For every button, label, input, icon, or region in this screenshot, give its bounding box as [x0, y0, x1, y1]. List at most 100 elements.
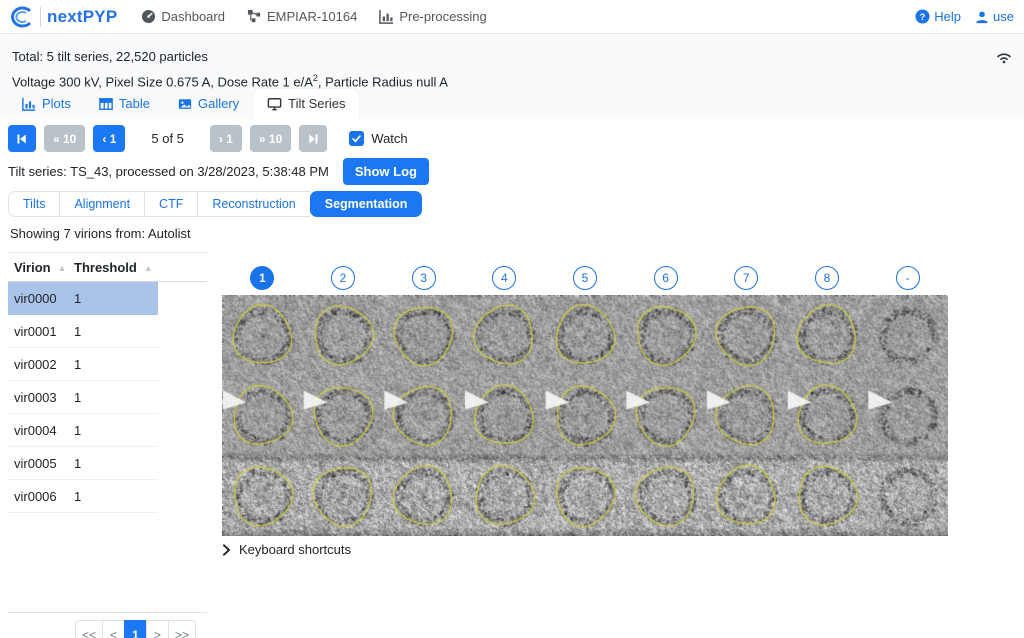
table-row[interactable]: vir0006 1: [8, 480, 158, 513]
virion-id: vir0003: [8, 390, 74, 405]
slice-button[interactable]: 7: [706, 266, 787, 290]
stage-tab-ctf[interactable]: CTF: [144, 191, 197, 217]
stage-tab-alignment[interactable]: Alignment: [59, 191, 144, 217]
slice-button[interactable]: 8: [787, 266, 868, 290]
page-first-button[interactable]: <<: [75, 620, 103, 638]
page-next-button[interactable]: >: [146, 620, 169, 638]
brand[interactable]: nextPYP: [10, 5, 117, 29]
table-footer-divider: [8, 612, 207, 613]
table-pagination: << < 1 > >>: [75, 620, 196, 638]
check-icon: [351, 133, 362, 144]
slice-label: 4: [492, 266, 516, 290]
virion-montage[interactable]: [222, 295, 948, 536]
project-icon: [247, 9, 262, 24]
virions-summary: Showing 7 virions from: Autolist: [10, 226, 191, 241]
table-row[interactable]: vir0004 1: [8, 414, 158, 447]
help-label: Help: [934, 9, 961, 24]
table-row[interactable]: vir0000 1: [8, 282, 158, 315]
virion-table-header: Virion ▲ Threshold ▲: [8, 252, 207, 282]
nav-item-preprocessing[interactable]: Pre-processing: [379, 9, 486, 24]
prev-1-button[interactable]: ‹ 1: [93, 125, 125, 152]
slice-label: 7: [734, 266, 758, 290]
virion-threshold: 1: [74, 324, 81, 339]
user-label: use: [993, 9, 1014, 24]
slice-selector: 1 2 3 4 5 6 7 8 -: [222, 266, 948, 290]
table-row[interactable]: vir0001 1: [8, 315, 158, 348]
main-panel: « 10 ‹ 1 5 of 5 › 1 » 10 Watch: [0, 119, 1024, 638]
segmentation-panel: 1 2 3 4 5 6 7 8 - Keyboard shortcuts: [222, 266, 948, 557]
nav-item-label: Pre-processing: [399, 9, 486, 24]
slice-label: 6: [654, 266, 678, 290]
pager-position: 5 of 5: [151, 131, 184, 146]
nav-item-label: Dashboard: [161, 9, 225, 24]
table-icon: [99, 97, 113, 111]
user-icon: [975, 10, 989, 24]
tab-table[interactable]: Table: [85, 89, 164, 119]
series-info-row: Tilt series: TS_43, processed on 3/28/20…: [8, 158, 429, 185]
last-button[interactable]: [299, 125, 327, 152]
stage-tab-reconstruction[interactable]: Reconstruction: [197, 191, 309, 217]
next-10-button[interactable]: » 10: [250, 125, 291, 152]
sort-caret-icon: ▲: [58, 263, 67, 273]
slice-button[interactable]: 5: [545, 266, 626, 290]
slice-label: 8: [815, 266, 839, 290]
stage-tabs: Tilts Alignment CTF Reconstruction Segme…: [8, 191, 422, 217]
slice-button[interactable]: 2: [303, 266, 384, 290]
slice-button[interactable]: 4: [464, 266, 545, 290]
virion-threshold: 1: [74, 423, 81, 438]
connection-status: [994, 48, 1014, 69]
series-info: Tilt series: TS_43, processed on 3/28/20…: [8, 164, 329, 179]
watch-checkbox[interactable]: [349, 131, 364, 146]
slice-label: 1: [250, 266, 274, 290]
table-row[interactable]: vir0002 1: [8, 348, 158, 381]
help-link[interactable]: ? Help: [915, 9, 961, 24]
params-suffix: , Particle Radius null A: [318, 74, 448, 89]
plots-icon: [22, 97, 36, 111]
slice-label: 5: [573, 266, 597, 290]
user-menu[interactable]: use: [975, 9, 1014, 24]
slice-button[interactable]: 3: [383, 266, 464, 290]
nav-item-dashboard[interactable]: Dashboard: [141, 9, 225, 24]
first-button[interactable]: [8, 125, 36, 152]
slice-button[interactable]: -: [867, 266, 948, 290]
skip-first-icon: [16, 133, 28, 145]
tab-gallery[interactable]: Gallery: [164, 89, 253, 119]
slice-label: 3: [412, 266, 436, 290]
brand-name: nextPYP: [47, 7, 117, 27]
nav-item-project[interactable]: EMPIAR-10164: [247, 9, 357, 24]
slice-button[interactable]: 6: [625, 266, 706, 290]
virion-id: vir0001: [8, 324, 74, 339]
header-threshold[interactable]: Threshold ▲: [74, 260, 153, 275]
gallery-icon: [178, 97, 192, 111]
virion-id: vir0002: [8, 357, 74, 372]
nextpyp-logo-icon: [10, 5, 34, 29]
svg-text:?: ?: [920, 12, 926, 22]
page-number-button[interactable]: 1: [124, 620, 147, 638]
stage-tab-segmentation[interactable]: Segmentation: [310, 191, 423, 217]
navbar: nextPYP Dashboard EMPIAR-10164: [0, 0, 1024, 34]
params-prefix: Voltage 300 kV, Pixel Size 0.675 A, Dose…: [12, 74, 313, 89]
page-last-button[interactable]: >>: [168, 620, 196, 638]
stage-tab-tilts[interactable]: Tilts: [8, 191, 59, 217]
virion-id: vir0005: [8, 456, 74, 471]
header-label: Virion: [14, 260, 51, 275]
table-row[interactable]: vir0005 1: [8, 447, 158, 480]
tab-label: Plots: [42, 96, 71, 111]
prev-10-button[interactable]: « 10: [44, 125, 85, 152]
virion-threshold: 1: [74, 291, 81, 306]
tab-plots[interactable]: Plots: [8, 89, 85, 119]
wifi-icon: [994, 48, 1014, 64]
virion-threshold: 1: [74, 357, 81, 372]
page-prev-button[interactable]: <: [102, 620, 125, 638]
slice-button[interactable]: 1: [222, 266, 303, 290]
keyboard-shortcuts-toggle[interactable]: Keyboard shortcuts: [222, 542, 948, 557]
virion-id: vir0000: [8, 291, 74, 306]
table-row[interactable]: vir0003 1: [8, 381, 158, 414]
show-log-button[interactable]: Show Log: [343, 158, 429, 185]
app-window: nextPYP Dashboard EMPIAR-10164: [0, 0, 1024, 638]
next-1-button[interactable]: › 1: [210, 125, 242, 152]
virion-id: vir0004: [8, 423, 74, 438]
header-virion[interactable]: Virion ▲: [8, 260, 74, 275]
nav-item-label: EMPIAR-10164: [267, 9, 357, 24]
tab-tilt-series[interactable]: Tilt Series: [253, 89, 359, 119]
